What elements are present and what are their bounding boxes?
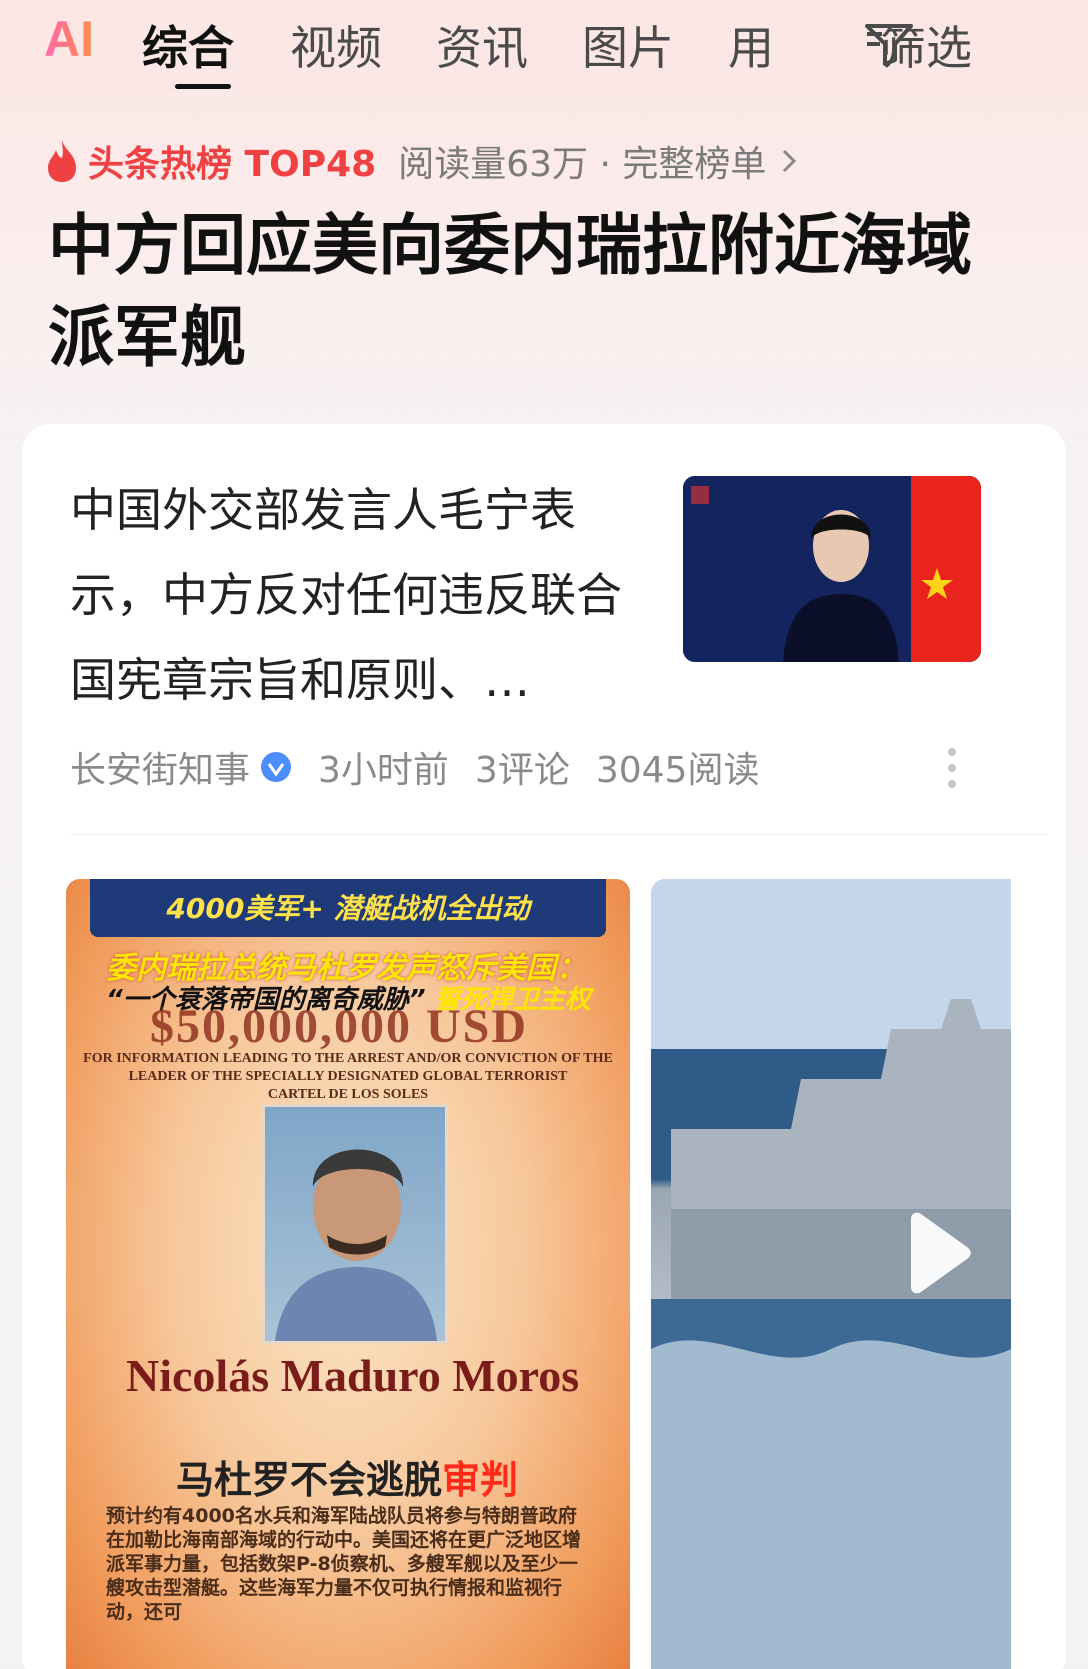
tab-news[interactable]: 资讯 [436, 12, 528, 78]
tab-filter[interactable]: 筛选 [880, 12, 972, 78]
poster-text-2: LEADER OF THE SPECIALLY DESIGNATED GLOBA… [128, 1069, 568, 1084]
poster-name: Nicolás Maduro Moros [126, 1350, 580, 1401]
article-meta: 长安街知事 3小时前 3评论 3045阅读 [70, 741, 760, 793]
poster-text-3: CARTEL DE LOS SOLES [267, 1087, 429, 1102]
publish-time: 3小时前 [318, 750, 449, 791]
video-subtitle: 马杜罗不会逃脱审判 [176, 1449, 518, 1504]
more-options-icon[interactable] [946, 746, 958, 790]
comment-count: 3评论 [474, 750, 570, 791]
portrait-figure [275, 1149, 437, 1341]
video-banner: 4000美军+ 潜艇战机全出动 [90, 879, 606, 937]
video-thumbnail-side[interactable] [651, 879, 1011, 1669]
flame-icon [48, 140, 76, 182]
hot-rank-row[interactable]: 头条热榜 TOP48 阅读量63万 · 完整榜单 [44, 136, 798, 186]
chevron-right-icon [783, 149, 797, 173]
poster-text-1: FOR INFORMATION LEADING TO THE ARREST AN… [83, 1051, 613, 1066]
tab-users[interactable]: 用 [728, 12, 774, 78]
video-thumbnail-main[interactable]: 4000美军+ 潜艇战机全出动 委内瑞拉总统马杜罗发声怒斥美国： “一个衰落帝国… [66, 879, 630, 1669]
tab-ai[interactable]: AI [44, 10, 94, 68]
top-tab-bar: AI 综合 视频 资讯 图片 用 筛选 [0, 0, 1088, 100]
article-summary[interactable]: 中国外交部发言人毛宁表示，中方反对任何违反联合国宪章宗旨和原则、… [70, 468, 630, 723]
hot-rank-meta: 阅读量63万 · 完整榜单 [398, 144, 767, 185]
portrait-photo [262, 1104, 448, 1344]
tab-images[interactable]: 图片 [582, 12, 674, 78]
source-name[interactable]: 长安街知事 [70, 741, 250, 793]
divider [70, 834, 1048, 835]
video-body-text: 预计约有4000名水兵和海军陆战队员将参与特朗普政府在加勒比海南部海域的行动中。… [106, 1505, 582, 1623]
subtitle-start: 马杜罗不会逃脱 [176, 1458, 443, 1502]
play-icon[interactable] [903, 1211, 973, 1295]
tab-video[interactable]: 视频 [290, 12, 382, 78]
page-headline[interactable]: 中方回应美向委内瑞拉附近海域派军舰 [48, 200, 998, 384]
hot-rank-label: 头条热榜 TOP48 [88, 144, 377, 185]
read-count: 3045阅读 [595, 750, 760, 791]
subtitle-highlight: 审判 [442, 1458, 519, 1502]
spokesperson-image [683, 476, 981, 662]
news-card[interactable]: 中国外交部发言人毛宁表示，中方反对任何违反联合国宪章宗旨和原则、… 长安街知事 … [22, 424, 1066, 1669]
article-thumbnail[interactable] [683, 476, 981, 662]
active-tab-indicator [175, 84, 231, 89]
reward-amount: $50,000,000 USD [150, 1000, 529, 1053]
verified-icon [261, 752, 292, 782]
tab-all[interactable]: 综合 [142, 12, 234, 78]
